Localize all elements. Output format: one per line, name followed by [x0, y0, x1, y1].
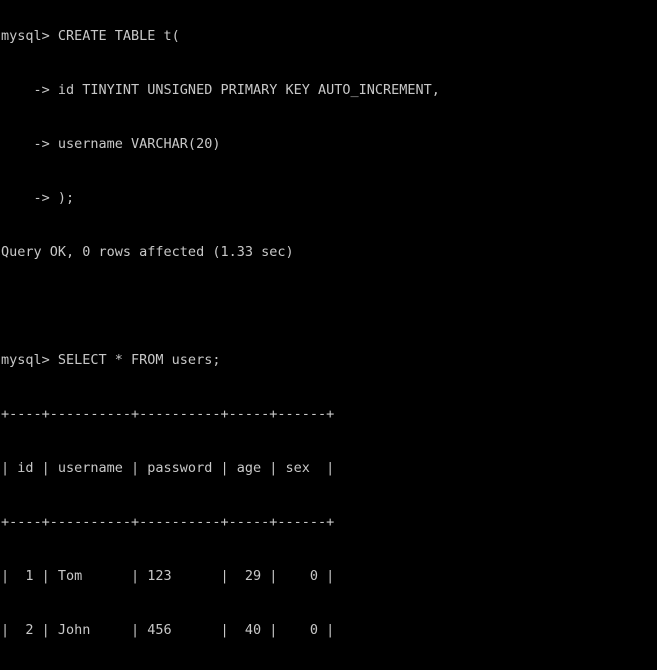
terminal-line: -> id TINYINT UNSIGNED PRIMARY KEY AUTO_… [1, 82, 440, 98]
terminal-line: +----+----------+----------+-----+------… [1, 514, 335, 530]
table-row: | 1 | Tom | 123 | 29 | 0 | [1, 568, 335, 584]
terminal-window[interactable]: mysql> CREATE TABLE t( -> id TINYINT UNS… [0, 0, 657, 670]
terminal-line: -> username VARCHAR(20) [1, 136, 221, 152]
terminal-line: | id | username | password | age | sex | [1, 460, 335, 476]
terminal-line: mysql> SELECT * FROM users; [1, 352, 221, 368]
terminal-line: -> ); [1, 190, 75, 206]
terminal-output: mysql> CREATE TABLE t( -> id TINYINT UNS… [1, 0, 657, 670]
terminal-line: mysql> CREATE TABLE t( [1, 28, 180, 44]
table-row: | 2 | John | 456 | 40 | 0 | [1, 622, 335, 638]
terminal-line: Query OK, 0 rows affected (1.33 sec) [1, 244, 294, 260]
terminal-line: +----+----------+----------+-----+------… [1, 406, 335, 422]
